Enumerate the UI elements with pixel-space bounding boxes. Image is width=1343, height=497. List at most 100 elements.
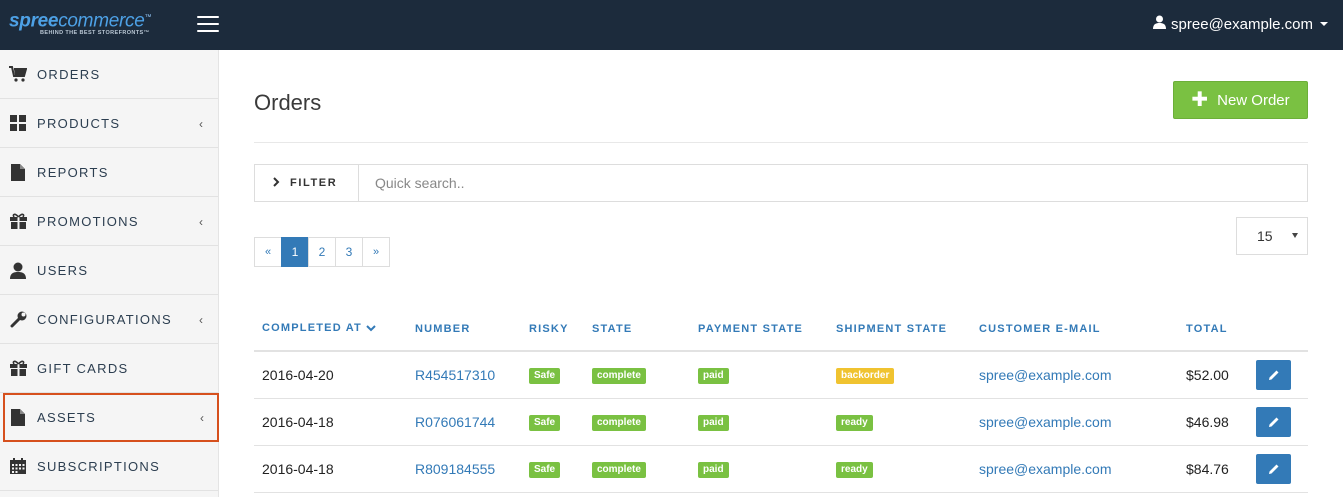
order-number-link[interactable]: R076061744 <box>415 414 495 430</box>
main-content: Orders ✚ New Order FILTER 15 « 1 2 3 » C… <box>219 50 1343 497</box>
column-header-total[interactable]: TOTAL <box>1178 307 1248 352</box>
cell-number: R809184555 <box>407 445 521 493</box>
sidebar: ORDERS PRODUCTS ‹ REPORTS PROMOTIONS ‹ U… <box>0 50 219 497</box>
cell-completed-at: 2016-04-20 <box>254 351 407 399</box>
state-badge: complete <box>592 368 646 385</box>
menu-toggle-icon[interactable] <box>197 16 219 32</box>
pagination-prev[interactable]: « <box>254 237 282 267</box>
table-row: 2016-04-18 R076061744 Safe complete paid… <box>254 398 1308 446</box>
pagination-page-2[interactable]: 2 <box>308 237 336 267</box>
sidebar-item-products[interactable]: PRODUCTS ‹ <box>0 99 218 148</box>
file-icon <box>9 408 27 426</box>
customer-email-link[interactable]: spree@example.com <box>979 367 1112 383</box>
sidebar-item-promotions[interactable]: PROMOTIONS ‹ <box>0 197 218 246</box>
cell-total: $52.00 <box>1178 351 1248 399</box>
column-header-state[interactable]: STATE <box>584 307 690 352</box>
gift-icon <box>9 359 27 377</box>
sidebar-item-label: PRODUCTS <box>37 115 121 131</box>
user-menu[interactable]: spree@example.com <box>1153 15 1328 33</box>
risky-badge: Safe <box>529 368 561 385</box>
logo-wordmark: spreecommerce™ <box>9 10 152 32</box>
sidebar-item-reports[interactable]: REPORTS <box>0 148 218 197</box>
chevron-left-icon: ‹ <box>199 117 203 131</box>
cell-number: R076061744 <box>407 398 521 446</box>
cell-completed-at: 2016-04-18 <box>254 445 407 493</box>
risky-badge: Safe <box>529 462 561 478</box>
chevron-left-icon: ‹ <box>200 411 204 425</box>
new-order-button[interactable]: ✚ New Order <box>1173 81 1308 119</box>
calendar-icon <box>9 457 27 475</box>
sidebar-item-label: CONFIGURATIONS <box>37 311 172 327</box>
customer-email-link[interactable]: spree@example.com <box>979 414 1112 430</box>
column-header-customer-email[interactable]: CUSTOMER E-MAIL <box>971 307 1178 352</box>
edit-order-button[interactable] <box>1256 406 1291 437</box>
payment-state-badge: paid <box>698 415 729 431</box>
column-header-shipment-state[interactable]: SHIPMENT STATE <box>828 307 971 352</box>
plus-icon: ✚ <box>1191 89 1209 111</box>
filter-bar: FILTER <box>254 164 1308 202</box>
grid-icon <box>9 114 27 132</box>
pagination: « 1 2 3 » <box>254 237 390 267</box>
customer-email-link[interactable]: spree@example.com <box>979 461 1112 477</box>
shipment-state-badge: ready <box>836 415 873 431</box>
pencil-icon <box>1268 370 1278 380</box>
gift-icon <box>9 212 27 230</box>
shipment-state-badge: backorder <box>836 368 895 385</box>
cart-icon <box>9 65 27 83</box>
pagination-page-3[interactable]: 3 <box>335 237 363 267</box>
user-email: spree@example.com <box>1171 15 1313 33</box>
orders-table: COMPLETED AT NUMBER RISKY STATE PAYMENT … <box>254 307 1308 493</box>
column-header-risky[interactable]: RISKY <box>521 307 584 352</box>
column-header-completed-at[interactable]: COMPLETED AT <box>254 307 407 352</box>
state-badge: complete <box>592 415 646 431</box>
state-badge: complete <box>592 462 646 478</box>
caret-down-icon <box>1292 233 1298 238</box>
new-order-label: New Order <box>1217 91 1290 109</box>
sidebar-item-configurations[interactable]: CONFIGURATIONS ‹ <box>0 295 218 344</box>
pencil-icon <box>1268 464 1278 474</box>
sidebar-item-label: PROMOTIONS <box>37 213 139 229</box>
sort-chevron-down-icon <box>366 323 376 335</box>
cell-total: $46.98 <box>1178 398 1248 446</box>
sidebar-item-users[interactable]: USERS <box>0 246 218 295</box>
sidebar-item-label: REPORTS <box>37 164 109 180</box>
file-icon <box>9 163 27 181</box>
top-navbar: spreecommerce™ BEHIND THE BEST STOREFRON… <box>0 0 1343 50</box>
per-page-select[interactable]: 15 <box>1236 217 1308 255</box>
pagination-next[interactable]: » <box>362 237 390 267</box>
order-number-link[interactable]: R809184555 <box>415 461 495 477</box>
filter-toggle-button[interactable]: FILTER <box>255 165 359 201</box>
quick-search-input[interactable] <box>359 165 1307 201</box>
logo-tagline: BEHIND THE BEST STOREFRONTS™ <box>40 30 150 37</box>
sidebar-item-gift-cards[interactable]: GIFT CARDS <box>0 344 218 393</box>
table-row: 2016-04-20 R454517310 Safe complete paid… <box>254 351 1308 399</box>
table-header-row: COMPLETED AT NUMBER RISKY STATE PAYMENT … <box>254 307 1308 352</box>
sidebar-item-assets[interactable]: ASSETS ‹ <box>3 393 219 442</box>
per-page-value: 15 <box>1257 228 1273 244</box>
brand-logo[interactable]: spreecommerce™ BEHIND THE BEST STOREFRON… <box>9 8 152 37</box>
page-title: Orders <box>254 90 322 115</box>
pencil-icon <box>1268 417 1278 427</box>
column-header-payment-state[interactable]: PAYMENT STATE <box>690 307 828 352</box>
cell-total: $84.76 <box>1178 445 1248 493</box>
sidebar-item-label: USERS <box>37 262 89 278</box>
filter-label: FILTER <box>290 177 338 189</box>
column-header-number[interactable]: NUMBER <box>407 307 521 352</box>
table-row: 2016-04-18 R809184555 Safe complete paid… <box>254 445 1308 493</box>
chevron-left-icon: ‹ <box>199 215 203 229</box>
sidebar-item-orders[interactable]: ORDERS <box>0 50 218 99</box>
pagination-page-1[interactable]: 1 <box>281 237 309 267</box>
payment-state-badge: paid <box>698 462 729 478</box>
sidebar-item-label: ASSETS <box>37 409 97 425</box>
caret-down-icon <box>1320 22 1328 26</box>
edit-order-button[interactable] <box>1256 453 1291 484</box>
chevron-left-icon: ‹ <box>199 313 203 327</box>
edit-order-button[interactable] <box>1256 359 1291 390</box>
shipment-state-badge: ready <box>836 462 873 478</box>
sidebar-item-subscriptions[interactable]: SUBSCRIPTIONS <box>0 442 218 491</box>
cell-number: R454517310 <box>407 351 521 399</box>
cell-completed-at: 2016-04-18 <box>254 398 407 446</box>
order-number-link[interactable]: R454517310 <box>415 367 495 383</box>
wrench-icon <box>9 310 27 328</box>
column-header-actions <box>1248 307 1308 352</box>
